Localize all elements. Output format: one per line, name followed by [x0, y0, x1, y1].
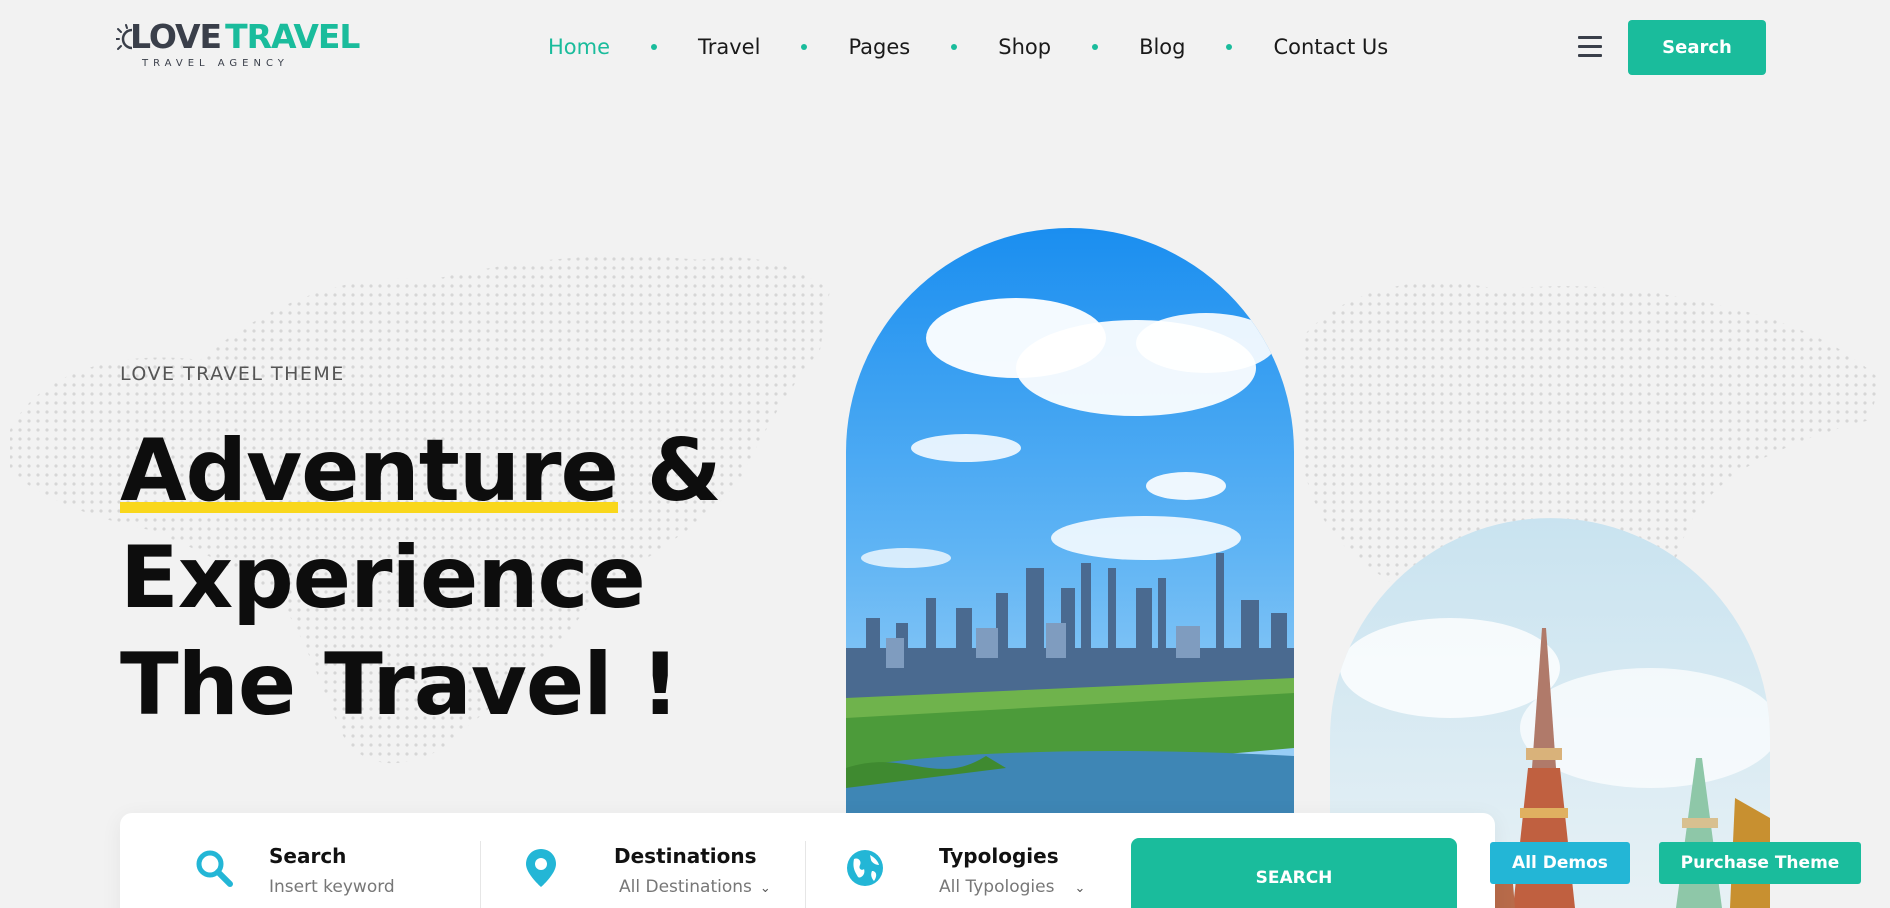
- nav-shop[interactable]: Shop: [998, 35, 1051, 59]
- nav-blog[interactable]: Blog: [1139, 35, 1185, 59]
- logo-word-love: LOVE: [130, 17, 222, 56]
- nav-separator: [951, 44, 958, 50]
- city-skyline-image: [846, 228, 1294, 814]
- logo[interactable]: LOVE TRAVEL TRAVEL AGENCY: [116, 20, 360, 72]
- typologies-title: Typologies: [939, 844, 1059, 868]
- main-nav: Home Travel Pages Shop Blog Contact Us: [548, 30, 1388, 64]
- nav-pages[interactable]: Pages: [848, 35, 910, 59]
- hero-eyebrow: LOVE TRAVEL THEME: [120, 363, 345, 385]
- chevron-down-icon: ⌄: [1074, 881, 1086, 896]
- destinations-title: Destinations: [614, 844, 757, 868]
- header-search-button[interactable]: Search: [1628, 20, 1766, 75]
- search-title: Search: [269, 844, 347, 868]
- logo-wordmark: LOVE TRAVEL: [130, 17, 360, 56]
- nav-travel[interactable]: Travel: [698, 35, 760, 59]
- headline-line-3: The Travel !: [120, 635, 680, 735]
- destinations-select[interactable]: All Destinations ⌄: [619, 877, 771, 897]
- search-field[interactable]: Search Insert keyword: [193, 839, 453, 908]
- globe-icon: [847, 850, 883, 886]
- typologies-value: All Typologies: [939, 877, 1055, 897]
- chevron-down-icon: ⌄: [759, 881, 771, 896]
- nav-separator: [801, 44, 808, 50]
- destinations-value: All Destinations: [619, 877, 752, 897]
- purchase-theme-button[interactable]: Purchase Theme: [1659, 842, 1861, 884]
- nav-contact-us[interactable]: Contact Us: [1273, 35, 1388, 59]
- headline-line-2: Experience: [120, 528, 646, 628]
- hamburger-icon[interactable]: [1578, 36, 1602, 58]
- hero-headline: Adventure & Experience The Travel !: [120, 418, 760, 739]
- field-divider: [805, 841, 806, 908]
- map-pin-icon: [526, 849, 556, 887]
- typologies-select[interactable]: All Typologies ⌄: [939, 877, 1085, 897]
- logo-word-travel: TRAVEL: [225, 17, 360, 56]
- typologies-field[interactable]: Typologies All Typologies ⌄: [844, 839, 1104, 908]
- search-bar: Search Insert keyword Destinations All D…: [120, 813, 1495, 908]
- search-icon: [196, 850, 233, 887]
- headline-line-1: Adventure &: [120, 418, 760, 525]
- field-divider: [480, 841, 481, 908]
- site-header: LOVE TRAVEL TRAVEL AGENCY Home Travel Pag…: [0, 0, 1890, 95]
- destinations-field[interactable]: Destinations All Destinations ⌄: [520, 839, 780, 908]
- headline-ampersand: &: [617, 421, 722, 521]
- nav-separator: [1092, 44, 1099, 50]
- headline-highlight: Adventure: [120, 418, 619, 525]
- search-input[interactable]: Insert keyword: [269, 877, 395, 897]
- nav-separator: [1226, 44, 1233, 50]
- nav-home[interactable]: Home: [548, 35, 610, 59]
- search-submit-button[interactable]: SEARCH: [1131, 838, 1457, 908]
- nav-separator: [651, 44, 658, 50]
- all-demos-button[interactable]: All Demos: [1490, 842, 1630, 884]
- logo-tagline: TRAVEL AGENCY: [142, 58, 289, 69]
